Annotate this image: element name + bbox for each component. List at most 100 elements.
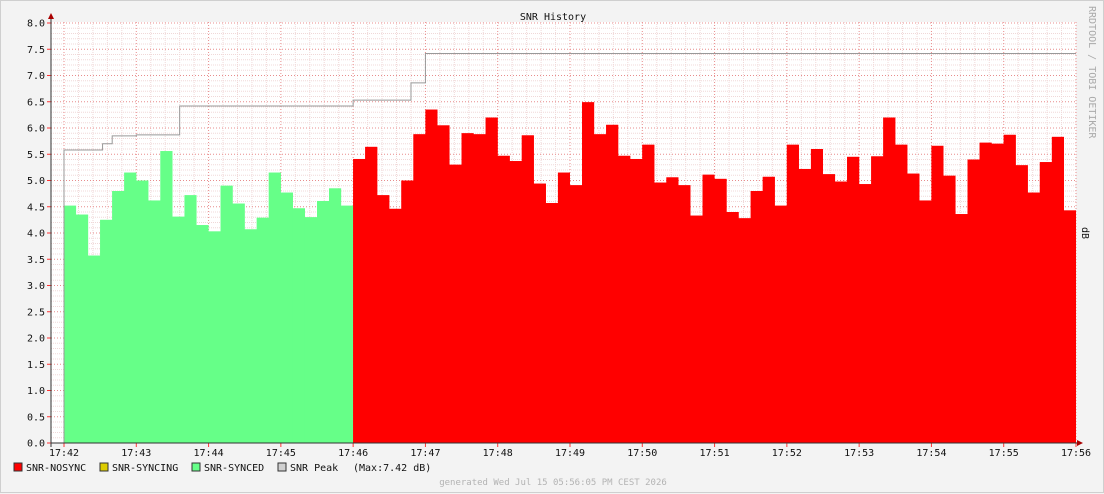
bar-snr-nosync [919,200,931,443]
bar-snr-nosync [486,118,498,444]
bar-snr-synced [257,218,269,443]
bar-snr-nosync [534,184,546,443]
bar-snr-nosync [895,145,907,443]
bar-snr-nosync [1028,193,1040,443]
x-tick-label: 17:49 [555,448,585,459]
x-tick-label: 17:46 [338,448,368,459]
y-tick-label: 4.0 [27,229,45,240]
x-tick-label: 17:55 [989,448,1019,459]
x-tick-label: 17:54 [916,448,946,459]
snr-history-chart: 0.00.51.01.52.02.53.03.54.04.55.05.56.06… [1,1,1104,494]
bar-snr-nosync [739,218,751,443]
bar-snr-synced [148,200,160,443]
bar-snr-synced [76,215,88,443]
bar-snr-synced [112,191,124,443]
bar-snr-synced [281,193,293,443]
bar-snr-nosync [811,149,823,443]
bar-snr-nosync [654,183,666,443]
y-tick-label: 8.0 [27,19,45,30]
bar-snr-synced [341,206,353,443]
bar-snr-nosync [1052,137,1064,443]
bar-snr-nosync [498,156,510,443]
y-tick-label: 1.0 [27,386,45,397]
legend-label-nosync: SNR-NOSYNC [26,463,86,474]
bar-snr-nosync [437,125,449,443]
x-tick-label: 17:42 [49,448,79,459]
bar-snr-nosync [775,206,787,443]
legend-swatch-peak [278,463,286,471]
bar-snr-nosync [558,173,570,443]
x-axis-arrow [1077,440,1083,446]
bar-snr-nosync [510,161,522,443]
x-tick-label: 17:48 [483,448,513,459]
y-tick-label: 3.5 [27,255,45,266]
bar-snr-synced [136,181,148,444]
bar-snr-nosync [907,174,919,443]
legend-swatch-nosync [14,463,22,471]
bar-snr-synced [124,173,136,443]
bar-snr-nosync [823,174,835,443]
y-tick-label: 1.5 [27,360,45,371]
bar-snr-nosync [582,102,594,443]
x-tick-label: 17:50 [627,448,657,459]
x-tick-label: 17:53 [844,448,874,459]
x-tick-label: 17:56 [1061,448,1091,459]
generated-timestamp: generated Wed Jul 15 05:56:05 PM CEST 20… [439,478,667,488]
y-tick-label: 6.5 [27,97,45,108]
bar-snr-nosync [618,156,630,443]
bar-snr-nosync [703,175,715,443]
legend-label-syncing: SNR-SYNCING [112,463,178,474]
bar-snr-nosync [546,203,558,443]
bar-snr-synced [64,206,76,443]
bar-snr-synced [305,217,317,443]
legend-swatch-syncing [100,463,108,471]
bar-snr-nosync [715,179,727,443]
bar-snr-nosync [377,195,389,443]
bar-snr-nosync [642,145,654,443]
bar-snr-nosync [401,181,413,444]
x-tick-label: 17:43 [121,448,151,459]
bar-snr-nosync [522,135,534,443]
bar-snr-synced [269,173,281,443]
bar-snr-nosync [570,185,582,443]
bar-snr-synced [197,225,209,443]
y-tick-label: 5.0 [27,176,45,187]
bar-snr-nosync [365,147,377,443]
y-tick-label: 7.5 [27,45,45,56]
bar-snr-nosync [594,134,606,443]
y-tick-label: 0.0 [27,439,45,450]
bar-snr-synced [233,204,245,443]
x-tick-label: 17:44 [194,448,224,459]
bar-snr-nosync [690,216,702,443]
legend-item-snr-syncing: SNR-SYNCING [100,463,178,474]
bar-snr-nosync [1004,135,1016,443]
chart-title: SNR History [520,12,586,23]
y-tick-label: 0.5 [27,412,45,423]
x-tick-label: 17:45 [266,448,296,459]
bar-snr-nosync [413,134,425,443]
y-tick-label: 3.0 [27,281,45,292]
bar-snr-nosync [787,145,799,443]
y-axis-arrow [48,13,54,19]
legend-label-synced: SNR-SYNCED [204,463,264,474]
bar-snr-nosync [859,184,871,443]
bar-snr-nosync [425,110,437,443]
bar-snr-synced [209,231,221,443]
bar-snr-nosync [956,214,968,443]
bar-snr-synced [184,195,196,443]
legend-item-snr-peak: SNR Peak (Max:7.42 dB) [278,463,431,474]
bar-snr-synced [160,151,172,443]
bar-snr-nosync [763,177,775,443]
x-tick-label: 17:47 [410,448,440,459]
bar-snr-nosync [943,176,955,443]
legend-item-snr-nosync: SNR-NOSYNC [14,463,86,474]
y-tick-label: 5.5 [27,150,45,161]
bar-snr-nosync [678,185,690,443]
rrdtool-watermark: RRDTOOL / TOBI OETIKER [1086,6,1097,139]
legend-label-peak: SNR Peak [290,463,338,474]
bar-snr-nosync [799,169,811,443]
bar-snr-nosync [450,165,462,443]
bar-snr-synced [172,217,184,443]
bar-snr-nosync [847,157,859,443]
y-tick-label: 6.0 [27,124,45,135]
